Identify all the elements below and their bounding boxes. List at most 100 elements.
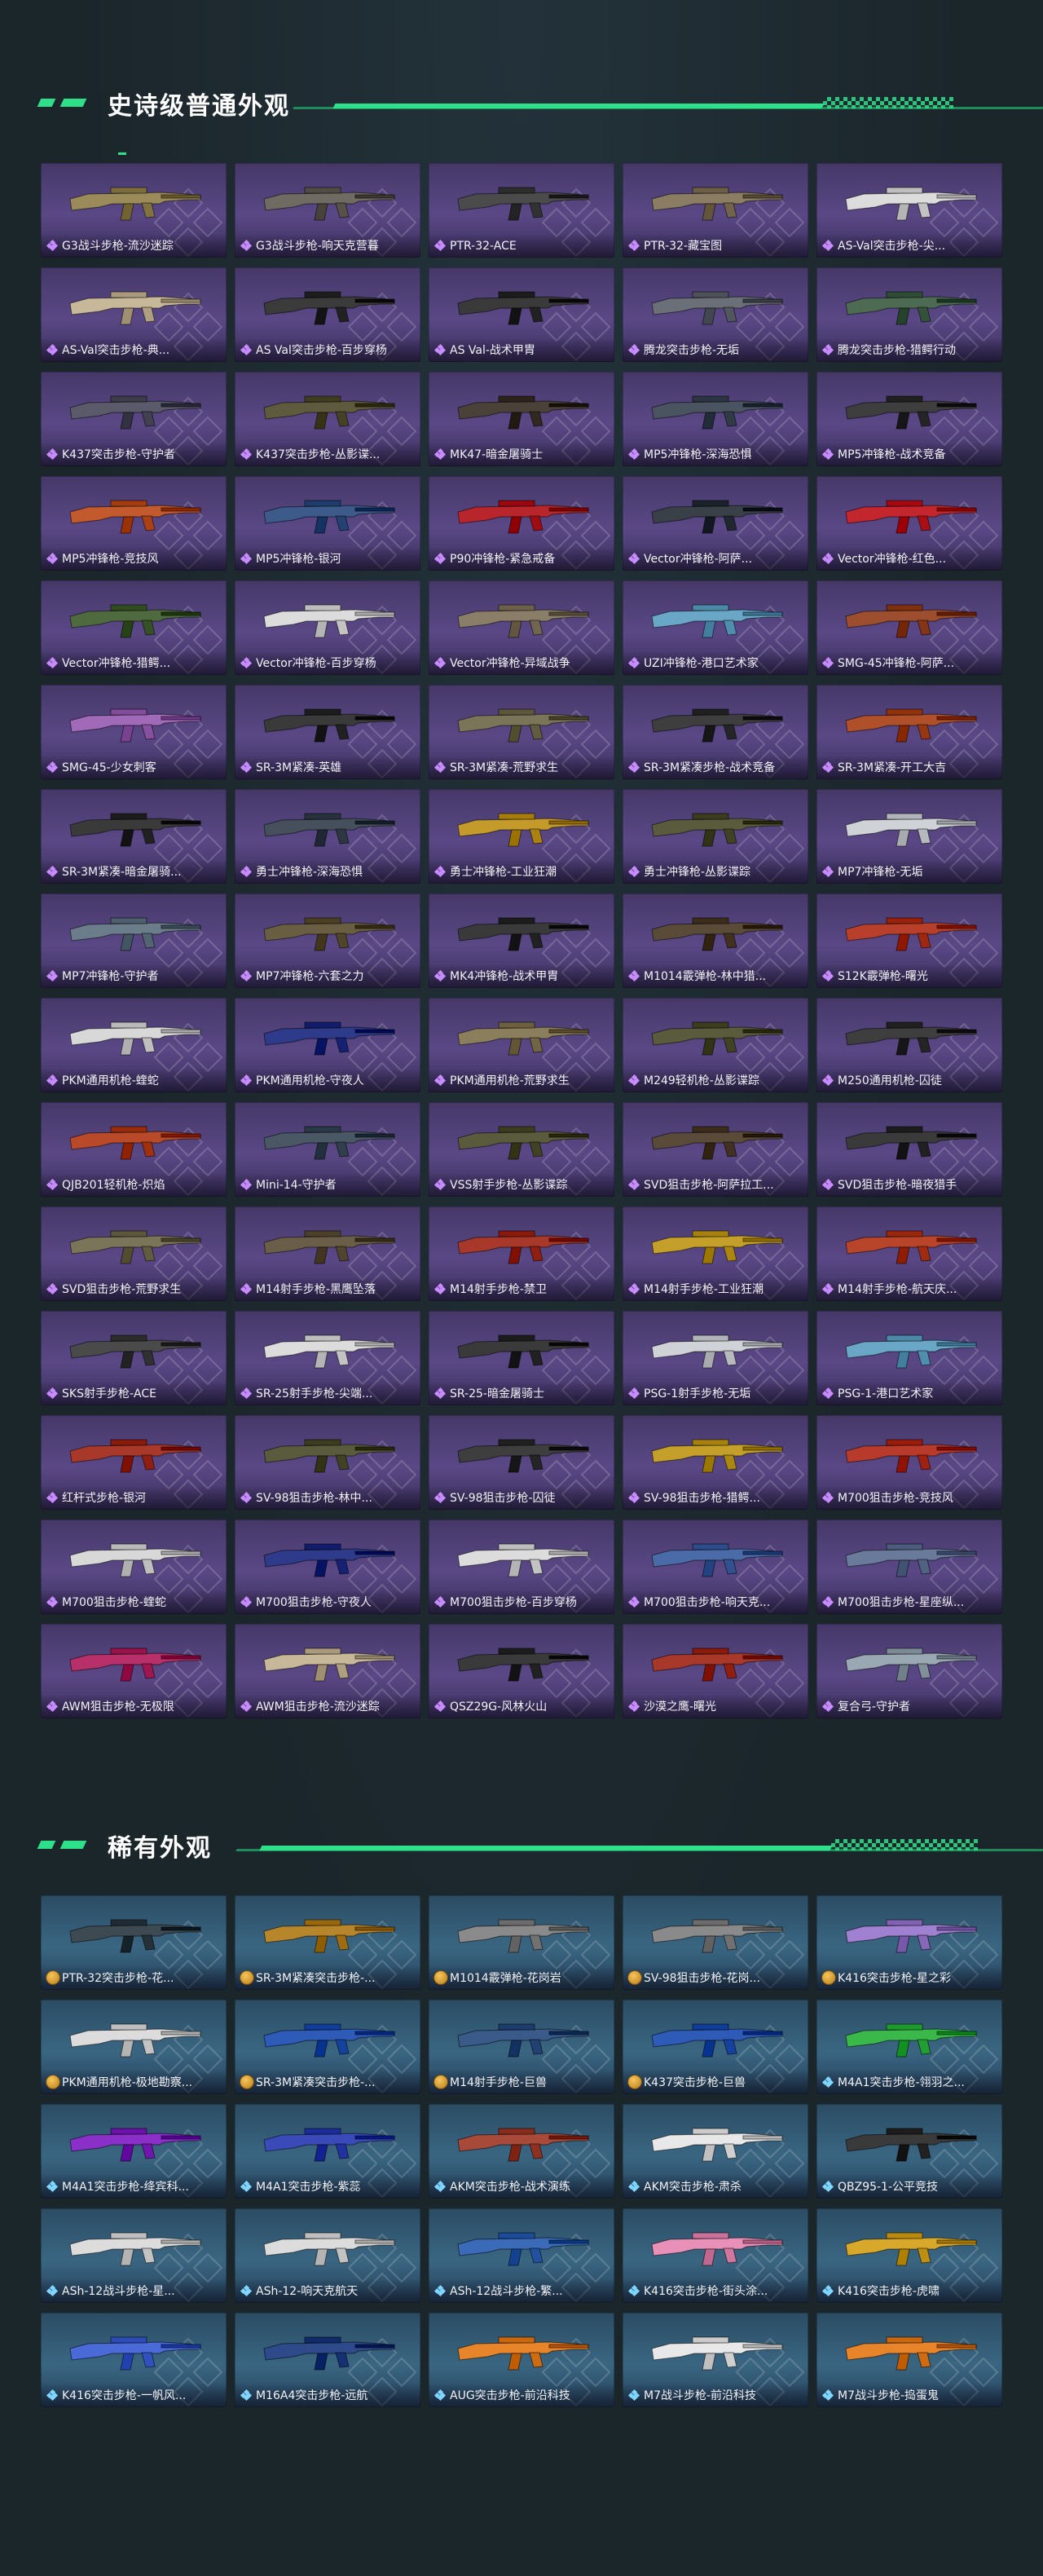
skin-card[interactable]: QBZ95-1-公平竞技 — [816, 2104, 1002, 2199]
skin-card[interactable]: SR-3M紧凑突击步枪-... — [235, 1895, 420, 1990]
skin-card[interactable]: SVD狙击步枪-暗夜猎手 — [816, 1102, 1002, 1197]
skin-card[interactable]: 腾龙突击步枪-无垢 — [623, 267, 808, 362]
skin-card[interactable]: AWM狙击步枪-流沙迷踪 — [235, 1624, 420, 1718]
skin-card[interactable]: MP7冲锋枪-六套之力 — [235, 893, 420, 988]
skin-card[interactable]: M14射手步枪-工业狂潮 — [623, 1206, 808, 1301]
skin-card[interactable]: PSG-1-港口艺术家 — [816, 1311, 1002, 1405]
skin-card[interactable]: M700狙击步枪-星座纵... — [816, 1520, 1002, 1614]
skin-card[interactable]: QJB201轻机枪-炽焰 — [41, 1102, 227, 1197]
skin-card[interactable]: SR-3M紧凑突击步枪-... — [235, 2000, 420, 2094]
skin-card[interactable]: SR-25-暗金屠骑士 — [429, 1311, 614, 1405]
skin-card[interactable]: M7战斗步枪-捣蛋鬼 — [816, 2313, 1002, 2407]
skin-card[interactable]: M1014霰弹枪-花岗岩 — [429, 1895, 614, 1990]
skin-card[interactable]: SR-25射手步枪-尖端... — [235, 1311, 420, 1405]
skin-card[interactable]: AS-Val突击步枪-尖... — [816, 163, 1002, 258]
skin-card[interactable]: PKM通用机枪-极地勘察... — [41, 2000, 227, 2094]
skin-card[interactable]: M7战斗步枪-前沿科技 — [623, 2313, 808, 2407]
skin-card[interactable]: SMG-45-少女刺客 — [41, 685, 227, 779]
skin-card[interactable]: 复合弓-守护者 — [816, 1624, 1002, 1718]
skin-card[interactable]: 沙漠之鹰-曙光 — [623, 1624, 808, 1718]
skin-card[interactable]: M700狙击步枪-蝰蛇 — [41, 1520, 227, 1614]
skin-card[interactable]: M700狙击步枪-百步穿杨 — [429, 1520, 614, 1614]
skin-card[interactable]: SVD狙击步枪-阿萨拉工... — [623, 1102, 808, 1197]
skin-card[interactable]: ASh-12战斗步枪-星... — [41, 2208, 227, 2303]
skin-card[interactable]: AKM突击步枪-肃杀 — [623, 2104, 808, 2199]
skin-card[interactable]: K437突击步枪-丛影谍... — [235, 372, 420, 466]
skin-card[interactable]: M4A1突击步枪-翎羽之... — [816, 2000, 1002, 2094]
skin-card[interactable]: AS Val-战术甲胄 — [429, 267, 614, 362]
skin-card[interactable]: MP5冲锋枪-银河 — [235, 476, 420, 571]
skin-card[interactable]: PKM通用机枪-荒野求生 — [429, 998, 614, 1092]
skin-card[interactable]: PTR-32-藏宝图 — [623, 163, 808, 258]
skin-card[interactable]: M700狙击步枪-响天克... — [623, 1520, 808, 1614]
skin-card[interactable]: P90冲锋枪-紧急戒备 — [429, 476, 614, 571]
skin-card[interactable]: 红杆式步枪-银河 — [41, 1415, 227, 1510]
skin-card[interactable]: Vector冲锋枪-百步穿杨 — [235, 580, 420, 675]
skin-card[interactable]: 腾龙突击步枪-猎鳄行动 — [816, 267, 1002, 362]
skin-card[interactable]: M14射手步枪-禁卫 — [429, 1206, 614, 1301]
skin-card[interactable]: 勇士冲锋枪-工业狂潮 — [429, 789, 614, 884]
skin-card[interactable]: M14射手步枪-黑鹰坠落 — [235, 1206, 420, 1301]
skin-card[interactable]: MP5冲锋枪-战术竞备 — [816, 372, 1002, 466]
skin-card[interactable]: MP5冲锋枪-竞技风 — [41, 476, 227, 571]
skin-card[interactable]: SR-3M紧凑步枪-战术竞备 — [623, 685, 808, 779]
skin-card[interactable]: M14射手步枪-巨兽 — [429, 2000, 614, 2094]
skin-card[interactable]: M249轻机枪-丛影谍踪 — [623, 998, 808, 1092]
skin-card[interactable]: AUG突击步枪-前沿科技 — [429, 2313, 614, 2407]
skin-card[interactable]: K416突击步枪-街头涂... — [623, 2208, 808, 2303]
skin-card[interactable]: ASh-12-响天克航天 — [235, 2208, 420, 2303]
skin-card[interactable]: M700狙击步枪-竞技风 — [816, 1415, 1002, 1510]
skin-card[interactable]: G3战斗步枪-流沙迷踪 — [41, 163, 227, 258]
skin-card[interactable]: SR-3M紧凑-英雄 — [235, 685, 420, 779]
skin-card[interactable]: PSG-1射手步枪-无垢 — [623, 1311, 808, 1405]
skin-card[interactable]: SV-98狙击步枪-囚徒 — [429, 1415, 614, 1510]
skin-card[interactable]: QSZ29G-风林火山 — [429, 1624, 614, 1718]
skin-card[interactable]: K416突击步枪-星之彩 — [816, 1895, 1002, 1990]
skin-card[interactable]: Vector冲锋枪-异域战争 — [429, 580, 614, 675]
skin-card[interactable]: AWM狙击步枪-无极限 — [41, 1624, 227, 1718]
skin-card[interactable]: PKM通用机枪-蝰蛇 — [41, 998, 227, 1092]
skin-card[interactable]: SR-3M紧凑-开工大吉 — [816, 685, 1002, 779]
skin-card[interactable]: MK47-暗金屠骑士 — [429, 372, 614, 466]
skin-card[interactable]: SKS射手步枪-ACE — [41, 1311, 227, 1405]
skin-card[interactable]: M16A4突击步枪-远航 — [235, 2313, 420, 2407]
skin-card[interactable]: M1014霰弹枪-林中猎... — [623, 893, 808, 988]
skin-card[interactable]: SV-98狙击步枪-猎鳄... — [623, 1415, 808, 1510]
skin-card[interactable]: K437突击步枪-巨兽 — [623, 2000, 808, 2094]
skin-card[interactable]: M700狙击步枪-守夜人 — [235, 1520, 420, 1614]
skin-card[interactable]: M4A1突击步枪-绛宾科... — [41, 2104, 227, 2199]
skin-card[interactable]: G3战斗步枪-响天克营暮 — [235, 163, 420, 258]
skin-card[interactable]: 勇士冲锋枪-丛影谍踪 — [623, 789, 808, 884]
skin-card[interactable]: MK4冲锋枪-战术甲胄 — [429, 893, 614, 988]
skin-card[interactable]: Mini-14-守护者 — [235, 1102, 420, 1197]
skin-card[interactable]: VSS射手步枪-丛影谍踪 — [429, 1102, 614, 1197]
skin-card[interactable]: MP7冲锋枪-无垢 — [816, 789, 1002, 884]
skin-card[interactable]: PTR-32-ACE — [429, 163, 614, 258]
skin-card[interactable]: M250通用机枪-囚徒 — [816, 998, 1002, 1092]
skin-card[interactable]: Vector冲锋枪-红色... — [816, 476, 1002, 571]
skin-card[interactable]: MP7冲锋枪-守护者 — [41, 893, 227, 988]
skin-card[interactable]: UZI冲锋枪-港口艺术家 — [623, 580, 808, 675]
skin-card[interactable]: M4A1突击步枪-紫蕊 — [235, 2104, 420, 2199]
skin-card[interactable]: SR-3M紧凑-暗金屠骑... — [41, 789, 227, 884]
skin-card[interactable]: 勇士冲锋枪-深海恐惧 — [235, 789, 420, 884]
skin-card[interactable]: M14射手步枪-航天庆... — [816, 1206, 1002, 1301]
skin-card[interactable]: K437突击步枪-守护者 — [41, 372, 227, 466]
skin-card[interactable]: SR-3M紧凑-荒野求生 — [429, 685, 614, 779]
skin-card[interactable]: ASh-12战斗步枪-繁... — [429, 2208, 614, 2303]
skin-card[interactable]: SMG-45冲锋枪-阿萨... — [816, 580, 1002, 675]
skin-card[interactable]: SVD狙击步枪-荒野求生 — [41, 1206, 227, 1301]
skin-card[interactable]: Vector冲锋枪-阿萨... — [623, 476, 808, 571]
skin-card[interactable]: AS-Val突击步枪-典... — [41, 267, 227, 362]
skin-card[interactable]: SV-98狙击步枪-花岗... — [623, 1895, 808, 1990]
skin-card[interactable]: SV-98狙击步枪-林中... — [235, 1415, 420, 1510]
skin-card[interactable]: AKM突击步枪-战术演练 — [429, 2104, 614, 2199]
skin-card[interactable]: PKM通用机枪-守夜人 — [235, 998, 420, 1092]
skin-card[interactable]: K416突击步枪-虎啸 — [816, 2208, 1002, 2303]
skin-card[interactable]: PTR-32突击步枪-花... — [41, 1895, 227, 1990]
skin-card[interactable]: K416突击步枪-一帆风... — [41, 2313, 227, 2407]
skin-card[interactable]: S12K霰弹枪-曙光 — [816, 893, 1002, 988]
skin-card[interactable]: MP5冲锋枪-深海恐惧 — [623, 372, 808, 466]
skin-card[interactable]: AS Val突击步枪-百步穿杨 — [235, 267, 420, 362]
skin-card[interactable]: Vector冲锋枪-猎鳄... — [41, 580, 227, 675]
